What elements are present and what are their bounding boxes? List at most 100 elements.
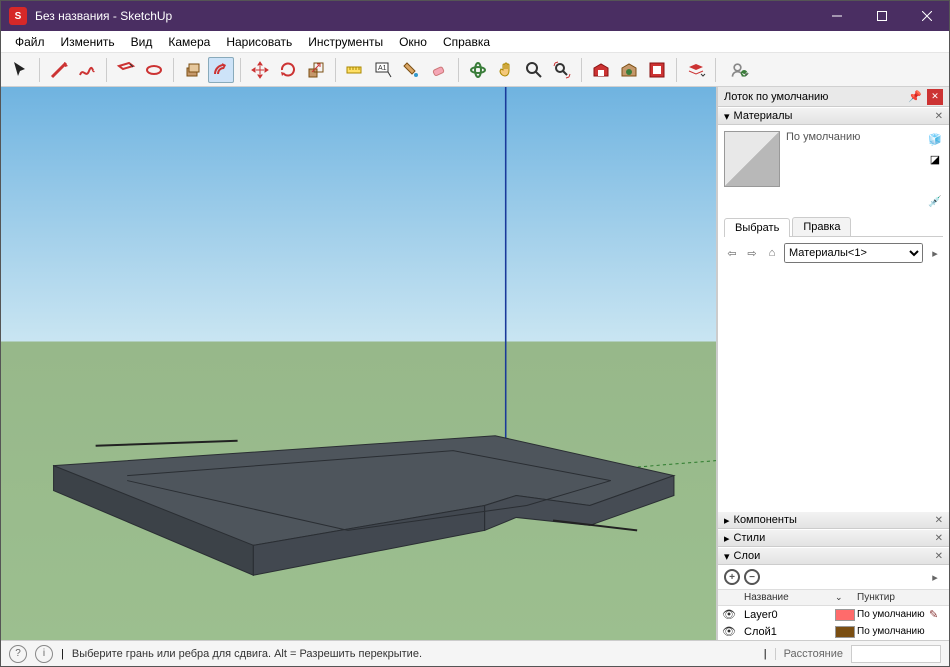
nav-menu-icon[interactable]: ▸: [927, 245, 943, 261]
remove-layer-button[interactable]: −: [744, 569, 760, 585]
layers-panel-header[interactable]: ▾ Слои ✕: [718, 547, 949, 565]
zoom-tool[interactable]: [521, 57, 547, 83]
visibility-icon[interactable]: 👁: [722, 625, 742, 638]
text-tool[interactable]: A1: [370, 57, 396, 83]
freehand-tool[interactable]: [74, 57, 100, 83]
pin-icon[interactable]: 📌: [907, 89, 923, 105]
styles-panel-header[interactable]: ▸ Стили ✕: [718, 529, 949, 547]
materials-panel-header[interactable]: ▾ Материалы ✕: [718, 107, 949, 125]
menu-help[interactable]: Справка: [435, 33, 498, 51]
visibility-icon[interactable]: 👁: [722, 608, 742, 621]
add-layer-button[interactable]: +: [724, 569, 740, 585]
pencil-icon[interactable]: ✎: [929, 608, 945, 621]
components-header-label: Компоненты: [734, 514, 797, 526]
tab-edit[interactable]: Правка: [792, 217, 851, 236]
3dwarehouse-tool[interactable]: [588, 57, 614, 83]
toolbar-separator: [335, 58, 336, 82]
materials-collection-select[interactable]: Материалы<1>: [784, 243, 923, 263]
viewport-3d[interactable]: [1, 87, 717, 640]
default-material-icon[interactable]: ◪: [927, 151, 943, 167]
layer-name: Слой1: [744, 626, 833, 638]
panel-close-icon[interactable]: ✕: [935, 515, 943, 526]
help-icon[interactable]: ?: [9, 645, 27, 663]
default-tray: Лоток по умолчанию 📌 ✕ ▾ Материалы ✕ По …: [717, 87, 949, 640]
statusbar: ? i | Выберите грань или ребра для сдвиг…: [1, 640, 949, 666]
menu-edit[interactable]: Изменить: [53, 33, 123, 51]
select-tool[interactable]: [7, 57, 33, 83]
menu-tools[interactable]: Инструменты: [300, 33, 391, 51]
rotate-tool[interactable]: [275, 57, 301, 83]
minimize-button[interactable]: [814, 1, 859, 31]
close-button[interactable]: [904, 1, 949, 31]
layers-menu-icon[interactable]: ▸: [927, 569, 943, 585]
eyedropper-icon[interactable]: 💉: [927, 193, 943, 209]
material-preview-swatch[interactable]: [724, 131, 780, 187]
extension-warehouse-tool[interactable]: [616, 57, 642, 83]
toolbar-separator: [715, 58, 716, 82]
info-icon[interactable]: i: [35, 645, 53, 663]
nav-back-icon[interactable]: ⇦: [724, 245, 740, 261]
panel-close-icon[interactable]: ✕: [935, 533, 943, 544]
layer-row[interactable]: 👁 Layer0 По умолчанию ✎: [718, 606, 949, 623]
menu-view[interactable]: Вид: [123, 33, 161, 51]
pushpull-tool[interactable]: [180, 57, 206, 83]
menu-draw[interactable]: Нарисовать: [218, 33, 300, 51]
orbit-tool[interactable]: [465, 57, 491, 83]
menu-file[interactable]: Файл: [7, 33, 53, 51]
zoom-extents-tool[interactable]: [549, 57, 575, 83]
materials-panel-body: По умолчанию 🧊 ◪ 💉 Выбрать Правка ⇦ ⇨ ⌂ …: [718, 125, 949, 369]
move-tool[interactable]: [247, 57, 273, 83]
pan-tool[interactable]: [493, 57, 519, 83]
paint-tool[interactable]: [398, 57, 424, 83]
toolbar-separator: [676, 58, 677, 82]
nav-home-icon[interactable]: ⌂: [764, 245, 780, 261]
signin-tool[interactable]: [722, 57, 758, 83]
eraser-tool[interactable]: [426, 57, 452, 83]
toolbar-separator: [173, 58, 174, 82]
tape-tool[interactable]: [342, 57, 368, 83]
menu-camera[interactable]: Камера: [160, 33, 218, 51]
expand-icon: ▸: [724, 532, 730, 545]
tray-title: Лоток по умолчанию: [724, 91, 828, 103]
toolbar-separator: [581, 58, 582, 82]
measurement-label: Расстояние: [775, 648, 843, 660]
toolbar-separator: [458, 58, 459, 82]
nav-forward-icon[interactable]: ⇨: [744, 245, 760, 261]
col-name[interactable]: Название: [744, 592, 833, 603]
send-to-layout-tool[interactable]: [644, 57, 670, 83]
layer-color-swatch[interactable]: [835, 626, 855, 638]
create-material-icon[interactable]: 🧊: [927, 131, 943, 147]
material-name: По умолчанию: [786, 131, 921, 143]
tab-select[interactable]: Выбрать: [724, 218, 790, 237]
scale-tool[interactable]: [303, 57, 329, 83]
materials-header-label: Материалы: [734, 110, 793, 122]
materials-grid[interactable]: [724, 263, 943, 363]
components-panel-header[interactable]: ▸ Компоненты ✕: [718, 511, 949, 529]
toolbar-separator: [39, 58, 40, 82]
col-dash[interactable]: Пунктир: [857, 592, 927, 603]
materials-nav: ⇦ ⇨ ⌂ Материалы<1> ▸: [724, 243, 943, 263]
layers-dropdown-tool[interactable]: [683, 57, 709, 83]
sort-icon: ⌄: [835, 592, 855, 603]
tray-close-icon[interactable]: ✕: [927, 89, 943, 105]
measurement-input[interactable]: [851, 645, 941, 663]
app-icon: S: [9, 7, 27, 25]
rectangle-tool[interactable]: [113, 57, 139, 83]
menu-window[interactable]: Окно: [391, 33, 435, 51]
panel-close-icon[interactable]: ✕: [935, 111, 943, 122]
layer-row[interactable]: 👁 Слой1 По умолчанию: [718, 623, 949, 640]
layer-dash: По умолчанию: [857, 609, 927, 620]
panel-close-icon[interactable]: ✕: [935, 551, 943, 562]
layer-dash: По умолчанию: [857, 626, 927, 637]
line-tool[interactable]: [46, 57, 72, 83]
layers-table: Название ⌄ Пунктир 👁 Layer0 По умолчанию…: [718, 589, 949, 640]
offset-tool[interactable]: [208, 57, 234, 83]
maximize-button[interactable]: [859, 1, 904, 31]
circle-tool[interactable]: [141, 57, 167, 83]
layer-color-swatch[interactable]: [835, 609, 855, 621]
status-hint: Выберите грань или ребра для сдвига. Alt…: [72, 648, 756, 660]
menubar: Файл Изменить Вид Камера Нарисовать Инст…: [1, 31, 949, 53]
svg-text:A1: A1: [378, 65, 387, 72]
collapse-icon: ▾: [724, 550, 730, 563]
collapse-icon: ▾: [724, 110, 730, 123]
